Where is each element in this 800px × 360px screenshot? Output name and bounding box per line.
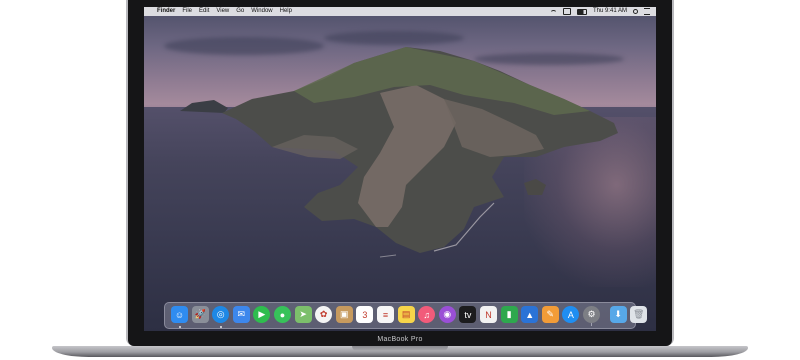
menu-bar: Finder File Edit View Go Window Help Thu… bbox=[144, 7, 656, 16]
folder-icon[interactable]: ⬇ bbox=[609, 306, 627, 323]
running-indicator bbox=[219, 326, 222, 328]
spotlight-search-icon[interactable] bbox=[633, 9, 638, 14]
airplay-icon[interactable] bbox=[562, 8, 571, 15]
facetime-icon[interactable]: ▶ bbox=[253, 306, 271, 323]
reminders-icon[interactable]: ≡ bbox=[377, 306, 394, 323]
menu-go[interactable]: Go bbox=[236, 7, 244, 16]
dock: ☺ 🚀 ◎ ✉ ▶ ● ➤ ✿ ▣ 3 ≡ ▤ ♫ ◉ tv N ▮ ▲ ✎ A ⚙ ⬇ 🗑 bbox=[164, 302, 648, 329]
wifi-icon[interactable] bbox=[549, 9, 557, 14]
trash-icon[interactable]: 🗑 bbox=[630, 306, 648, 323]
notes-icon[interactable]: ▤ bbox=[397, 306, 415, 323]
desktop-screen: Finder File Edit View Go Window Help Thu… bbox=[144, 7, 656, 331]
calendar-icon[interactable]: 3 bbox=[356, 306, 374, 323]
menu-window[interactable]: Window bbox=[251, 7, 272, 16]
menubar-clock[interactable]: Thu 9:41 AM bbox=[593, 7, 627, 16]
keynote-icon[interactable]: ▲ bbox=[521, 306, 539, 323]
numbers-icon[interactable]: ▮ bbox=[500, 306, 518, 323]
photos-icon[interactable]: ✿ bbox=[315, 306, 333, 323]
podcasts-icon[interactable]: ◉ bbox=[438, 306, 456, 323]
menu-finder[interactable]: Finder bbox=[157, 7, 175, 16]
news-icon[interactable]: N bbox=[480, 306, 497, 323]
gear-icon[interactable]: ⚙ bbox=[583, 306, 600, 323]
status-menus: Thu 9:41 AM bbox=[549, 7, 650, 16]
notification-center-icon[interactable] bbox=[644, 8, 650, 15]
pages-icon[interactable]: ✎ bbox=[541, 306, 559, 323]
messages-icon[interactable]: ● bbox=[274, 306, 291, 323]
contacts-icon[interactable]: ▣ bbox=[335, 306, 353, 323]
launchpad-icon[interactable]: 🚀 bbox=[191, 306, 209, 323]
running-indicator bbox=[178, 326, 181, 328]
tv-icon[interactable]: tv bbox=[459, 306, 477, 323]
menu-view[interactable]: View bbox=[216, 7, 229, 16]
finder-icon[interactable]: ☺ bbox=[171, 306, 188, 323]
maps-icon[interactable]: ➤ bbox=[294, 306, 312, 323]
menu-edit[interactable]: Edit bbox=[199, 7, 209, 16]
mail-icon[interactable]: ✉ bbox=[232, 306, 250, 323]
music-icon[interactable]: ♫ bbox=[418, 306, 436, 323]
laptop-base-notch bbox=[352, 346, 448, 351]
device-label: MacBook Pro bbox=[377, 336, 423, 343]
menu-help[interactable]: Help bbox=[280, 7, 292, 16]
menu-file[interactable]: File bbox=[182, 7, 192, 16]
battery-icon[interactable] bbox=[576, 8, 587, 15]
app-store-icon[interactable]: A bbox=[562, 306, 580, 323]
safari-icon[interactable]: ◎ bbox=[212, 306, 230, 323]
wallpaper-island bbox=[180, 47, 618, 258]
